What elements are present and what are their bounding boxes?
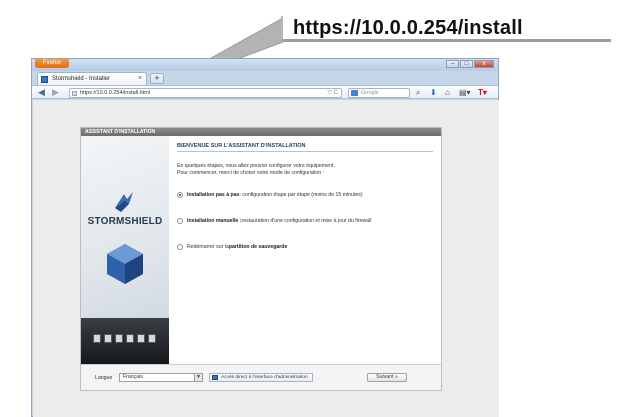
home-icon[interactable]: ⌂: [445, 88, 450, 97]
brand-name: STORMSHIELD: [87, 216, 163, 227]
new-tab-button[interactable]: +: [150, 73, 164, 84]
window-controls: – □ x: [446, 60, 494, 68]
option-description: restauration d'une configuration et mise…: [241, 218, 372, 224]
address-text: https://10.0.0.254/install.html: [80, 90, 151, 96]
cube-logo-icon: [107, 244, 143, 284]
title-bar: Firefox – □ x: [32, 59, 498, 71]
navigation-bar: ◀ ▶ https://10.0.0.254/install.html ▽ C …: [32, 85, 498, 99]
network-port: [115, 334, 123, 343]
back-icon[interactable]: ◀: [38, 87, 45, 97]
language-label: Langue: [95, 375, 113, 381]
maximize-button[interactable]: □: [460, 60, 473, 68]
install-wizard: ASSISTANT D'INSTALLATION STORMSHIELD BIE…: [80, 127, 442, 391]
search-input[interactable]: Google: [348, 88, 410, 98]
wizard-content: BIENVENUE SUR L'ASSISTANT D'INSTALLATION…: [177, 142, 437, 250]
screenshot-root: https://10.0.0.254/install Firefox – □ x…: [0, 0, 624, 417]
option-label: Installation pas à pas: [187, 192, 240, 198]
admin-interface-link[interactable]: Accès direct à l'interface d'administrat…: [209, 373, 313, 382]
browser-window: Firefox – □ x Stormshield - Installer × …: [31, 58, 499, 417]
option-step-by-step[interactable]: Installation pas à pas : configuration é…: [177, 192, 363, 198]
page-title: BIENVENUE SUR L'ASSISTANT D'INSTALLATION: [177, 143, 306, 149]
callout-url: https://10.0.0.254/install: [293, 17, 523, 39]
download-icon[interactable]: ⬇: [430, 88, 437, 97]
title-divider: [177, 151, 433, 152]
tab-strip: Stormshield - Installer × +: [32, 71, 498, 85]
next-button[interactable]: Suivant »: [367, 373, 407, 382]
wizard-footer: Langue Français ▼ Accès direct à l'inter…: [81, 364, 441, 390]
close-button[interactable]: x: [474, 60, 494, 68]
option-backup-partition[interactable]: Redémarrer sur la partition de sauvegard…: [177, 244, 287, 250]
radio-button[interactable]: [177, 244, 183, 250]
network-port: [126, 334, 134, 343]
page-viewport: ASSISTANT D'INSTALLATION STORMSHIELD BIE…: [33, 100, 499, 417]
appliance-image: [81, 318, 169, 364]
reload-icon[interactable]: ▽ C: [327, 89, 338, 97]
minimize-button[interactable]: –: [446, 60, 459, 68]
option-label: partition de sauvegarde: [228, 244, 288, 250]
stormshield-logo-icon: [115, 192, 133, 212]
language-value: Français: [123, 374, 143, 380]
site-identity-icon: [72, 91, 77, 96]
wizard-header: ASSISTANT D'INSTALLATION: [81, 128, 441, 136]
menu-icon[interactable]: ▤▾: [459, 88, 471, 97]
network-port: [137, 334, 145, 343]
radio-button[interactable]: [177, 218, 183, 224]
favicon-icon: [41, 76, 48, 83]
option-manual-install[interactable]: Installation manuelle : restauration d'u…: [177, 218, 371, 224]
search-placeholder: Google: [361, 90, 379, 96]
wizard-side-panel: STORMSHIELD: [81, 136, 169, 364]
address-bar[interactable]: https://10.0.0.254/install.html ▽ C: [69, 88, 342, 98]
forward-icon[interactable]: ▶: [52, 87, 59, 97]
tab-close-icon[interactable]: ×: [138, 73, 142, 85]
tab-title: Stormshield - Installer: [52, 76, 111, 82]
option-description: : configuration étape par étape (moins d…: [239, 192, 363, 198]
intro-line-2: Pour commencer, merci de choisir votre m…: [177, 169, 325, 176]
network-port: [104, 334, 112, 343]
url-callout: https://10.0.0.254/install: [281, 16, 611, 42]
search-engine-icon[interactable]: [351, 90, 358, 96]
option-prefix: Redémarrer sur la: [187, 244, 229, 250]
firefox-menu-button[interactable]: Firefox: [35, 59, 69, 68]
tab-stormshield-installer[interactable]: Stormshield - Installer ×: [37, 72, 147, 85]
addon-icon[interactable]: T▾: [478, 88, 487, 97]
network-port: [148, 334, 156, 343]
intro-text: En quelques étapes, vous allez pouvoir c…: [177, 163, 437, 176]
admin-icon: [212, 375, 218, 380]
radio-button-selected[interactable]: [177, 192, 183, 198]
network-port: [93, 334, 101, 343]
chevron-down-icon[interactable]: ▼: [194, 374, 202, 381]
option-label: Installation manuelle :: [187, 218, 242, 224]
language-select[interactable]: Français ▼: [119, 373, 203, 382]
admin-link-label: Accès direct à l'interface d'administrat…: [221, 375, 308, 380]
search-go-icon[interactable]: ⌕: [416, 88, 420, 97]
